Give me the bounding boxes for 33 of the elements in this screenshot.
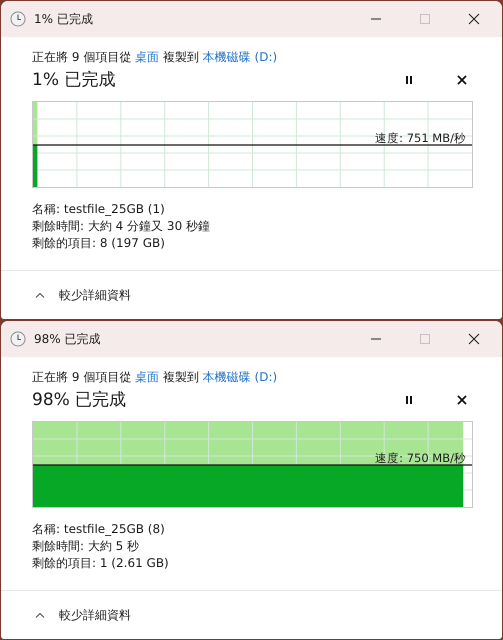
speed-label: 速度: 750 MB/秒: [375, 451, 466, 466]
location-link[interactable]: 桌面: [135, 50, 160, 64]
maximize-icon: [419, 13, 431, 25]
close-icon[interactable]: [457, 74, 467, 84]
progress-heading: 98% 已完成: [32, 389, 128, 411]
details-toggle[interactable]: 較少詳細資料: [31, 282, 135, 308]
detail-text: 名稱: testfile_25GB (1): [32, 201, 166, 218]
detail-text: 名稱: testfile_25GB (8): [32, 521, 166, 538]
close-icon[interactable]: [457, 394, 467, 404]
speed-label: 速度: 751 MB/秒: [375, 131, 466, 146]
close-icon[interactable]: [468, 333, 480, 345]
detail-text: 剩餘的項目: 8 (197 GB): [32, 235, 166, 252]
speed-area: [33, 145, 38, 187]
clock-icon: [10, 331, 26, 347]
chevron-icon: [35, 612, 45, 618]
pause-icon[interactable]: [404, 394, 414, 404]
chevron-icon: [35, 292, 45, 298]
detail-text: 剩餘時間: 大約 4 分鐘又 30 秒鐘: [32, 218, 212, 235]
maximize-icon: [419, 333, 431, 345]
copy-description: 正在將 9 個項目從 桌面 複製到 本機磁碟 (D:): [32, 49, 278, 66]
location-link[interactable]: 桌面: [135, 370, 160, 384]
close-icon[interactable]: [468, 13, 480, 25]
detail-text: 剩餘時間: 大約 5 秒: [32, 538, 140, 555]
copy-description: 正在將 9 個項目從 桌面 複製到 本機磁碟 (D:): [32, 369, 278, 386]
window-title: 1% 已完成: [34, 10, 94, 28]
progress-heading: 1% 已完成: [32, 69, 116, 91]
location-link[interactable]: 本機磁碟 (D:): [202, 50, 278, 64]
location-link[interactable]: 本機磁碟 (D:): [202, 370, 278, 384]
clock-icon: [10, 11, 26, 27]
pause-icon[interactable]: [404, 74, 414, 84]
window-title: 98% 已完成: [34, 330, 102, 348]
detail-text: 剩餘的項目: 1 (2.61 GB): [32, 555, 170, 572]
details-toggle[interactable]: 較少詳細資料: [31, 602, 135, 628]
